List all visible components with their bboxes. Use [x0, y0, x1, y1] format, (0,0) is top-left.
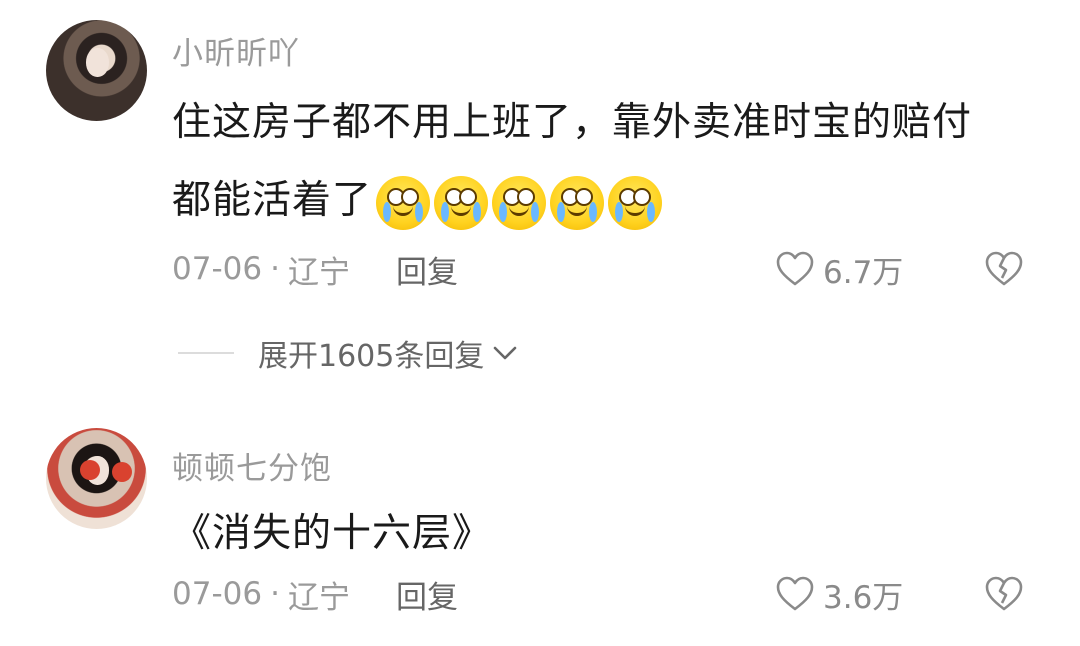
reply-button[interactable]: 回复	[396, 247, 458, 292]
crying-laughing-emoji-icon	[550, 175, 605, 230]
comment-item: 小昕昕吖 住这房子都不用上班了，靠外卖准时宝的赔付 都能活着了 07-06 · …	[0, 0, 1080, 374]
comment-meta: 07-06 · 辽宁 回复	[172, 572, 458, 616]
expand-replies-label: 展开1605条回复	[258, 339, 485, 374]
crying-laughing-emoji-icon	[434, 175, 489, 230]
comment-text-line-2: 都能活着了	[172, 162, 1032, 240]
comment-text: 《消失的十六层》	[172, 511, 493, 556]
comment-username[interactable]: 小昕昕吖	[172, 28, 300, 73]
comment-date: 07-06	[172, 576, 263, 612]
heart-icon	[776, 576, 814, 611]
comment-text-fragment: 都能活着了	[172, 178, 373, 223]
comment-meta: 07-06 · 辽宁 回复	[172, 247, 458, 291]
comment-item: 顿顿七分饱 《消失的十六层》 07-06 · 辽宁 回复 3.6万	[0, 415, 1080, 646]
comment-location: 辽宁	[287, 254, 350, 291]
broken-heart-icon	[985, 251, 1023, 286]
dislike-button[interactable]	[983, 572, 1025, 616]
like-button[interactable]: 6.7万	[775, 247, 903, 291]
crying-laughing-emoji-icon	[608, 175, 663, 230]
like-button[interactable]: 3.6万	[775, 572, 903, 616]
heart-icon	[776, 251, 814, 286]
broken-heart-icon	[985, 576, 1023, 611]
like-count: 6.7万	[823, 254, 904, 291]
reply-button[interactable]: 回复	[396, 572, 458, 617]
avatar-fruit	[112, 462, 132, 482]
avatar-fruit	[80, 460, 100, 480]
comment-text-line: 住这房子都不用上班了，靠外卖准时宝的赔付	[172, 100, 973, 145]
comment-text: 住这房子都不用上班了，靠外卖准时宝的赔付 都能活着了	[172, 84, 1032, 240]
dislike-button[interactable]	[983, 247, 1025, 291]
meta-separator: ·	[270, 251, 280, 287]
avatar[interactable]	[46, 20, 147, 121]
meta-separator: ·	[270, 576, 280, 612]
comment-location: 辽宁	[287, 579, 350, 616]
avatar-face	[86, 48, 109, 77]
chevron-down-icon	[494, 346, 517, 360]
crying-laughing-emoji-icon	[492, 175, 547, 230]
divider-line	[178, 352, 234, 354]
like-count: 3.6万	[823, 579, 904, 616]
crying-laughing-emoji-icon	[376, 175, 431, 230]
comment-username[interactable]: 顿顿七分饱	[172, 443, 332, 488]
expand-replies-button[interactable]: 展开1605条回复	[178, 332, 518, 374]
emoji-row	[376, 175, 663, 230]
comment-list: 小昕昕吖 住这房子都不用上班了，靠外卖准时宝的赔付 都能活着了 07-06 · …	[0, 0, 1080, 646]
avatar[interactable]	[46, 428, 147, 529]
comment-date: 07-06	[172, 251, 263, 287]
